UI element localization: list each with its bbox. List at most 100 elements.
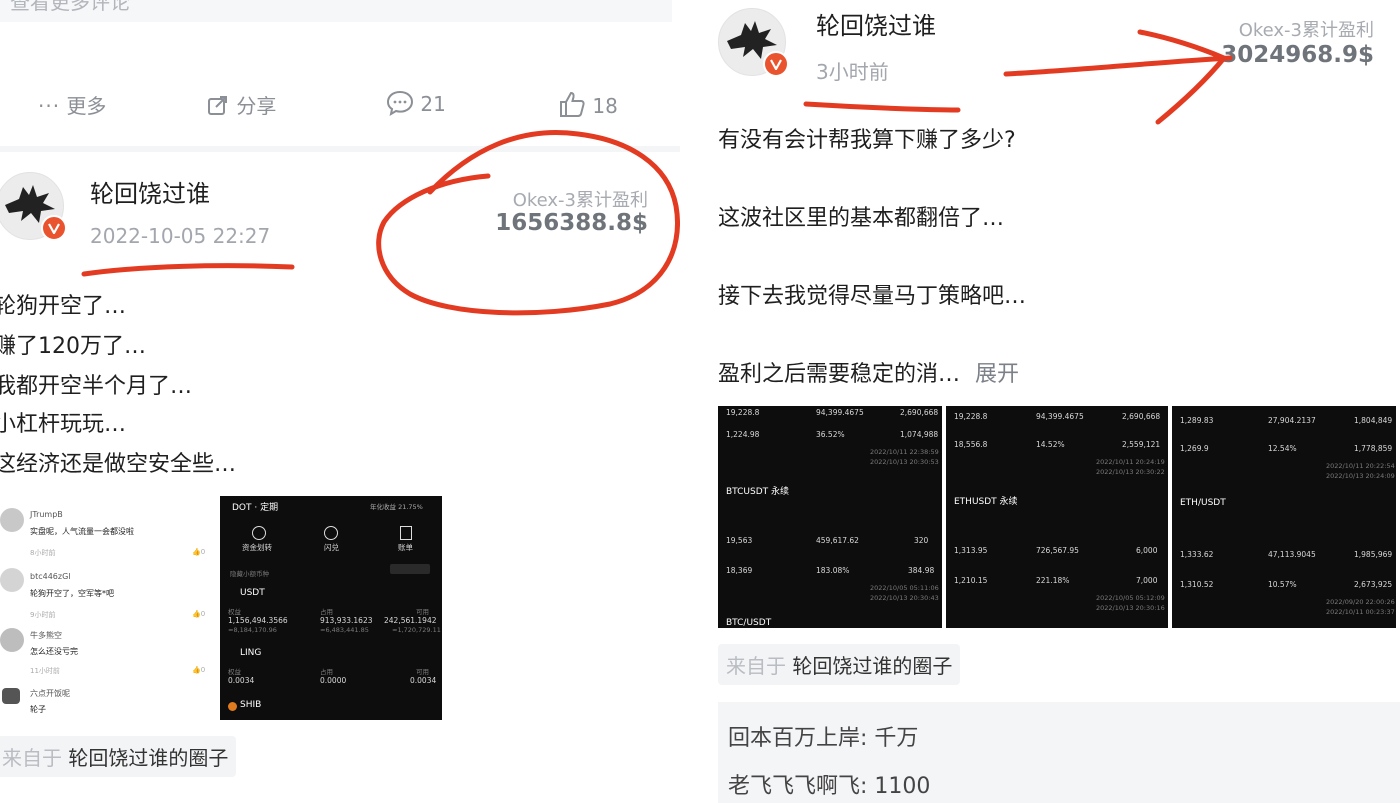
comment-preview-box[interactable]: 回本百万上岸: 千万 老飞飞飞啊飞: 1100 <box>718 702 1400 803</box>
asset-equity: 0.0034 <box>228 676 255 685</box>
comment-user[interactable]: 老飞飞飞啊飞 <box>728 774 860 799</box>
post-action-bar: ··· 更多 分享 21 18 <box>0 80 680 130</box>
verified-badge-icon <box>41 215 67 241</box>
timestamp: 2022/10/13 20:30:22 <box>1096 468 1165 476</box>
timestamp: 2022/09/20 22:00:26 <box>1326 598 1395 606</box>
asset-name: LING <box>240 648 262 658</box>
asset-occupied: 0.0000 <box>320 676 347 685</box>
avatar[interactable] <box>0 172 67 241</box>
username[interactable]: 轮回饶过谁 <box>90 174 210 209</box>
post-text-line: 接下去我觉得尽量马丁策略吧… <box>718 284 1027 309</box>
like-button[interactable]: 18 <box>558 90 618 118</box>
comment-time: 11小时前 <box>30 667 60 675</box>
asset-occupied-fiat: ≈6,483,441.85 <box>320 626 369 634</box>
avatar <box>0 568 24 592</box>
cell: 1,224.98 <box>726 430 760 439</box>
cell: 320 <box>914 536 929 545</box>
cell: 2,690,668 <box>1122 412 1161 421</box>
cell: 1,985,969 <box>1354 550 1393 559</box>
cell: 1,074,988 <box>900 430 939 439</box>
comment-button[interactable]: 21 <box>386 90 446 117</box>
circle-source-tag[interactable]: 来自于 轮回饶过谁的圈子 <box>0 736 237 777</box>
post-text-line: 盈利之后需要稳定的消… 展开 <box>718 356 1019 388</box>
cell: 19,228.8 <box>954 412 988 421</box>
tab-transfer[interactable]: 资金划转 <box>242 542 272 553</box>
timestamp: 2022/10/05 05:11:06 <box>870 584 939 592</box>
embedded-position-image-1[interactable]: 19,228.8 94,399.4675 2,690,668 1,224.98 … <box>718 406 942 628</box>
cell: 94,399.4675 <box>816 408 864 417</box>
embedded-comments-image[interactable]: JTrumpB 实盘呢，人气流量一会都没啦 8小时前 👍0 btc446zGl … <box>0 496 214 720</box>
comment-text: 轮狗开空了，空军等*吧 <box>30 589 114 598</box>
more-button[interactable]: ··· 更多 <box>38 90 106 119</box>
col-label: 权益 <box>228 668 241 676</box>
embedded-position-image-2[interactable]: 19,228.8 94,399.4675 2,690,668 18,556.8 … <box>946 406 1168 628</box>
source-circle-name: 轮回饶过谁的圈子 <box>792 654 953 678</box>
more-icon: ··· <box>38 94 61 118</box>
col-label: 可用 <box>416 668 429 676</box>
divider <box>0 146 680 152</box>
cell: 221.18% <box>1036 576 1070 585</box>
timestamp: 2022/10/11 20:24:19 <box>1096 458 1165 466</box>
timestamp: 2022/10/13 20:24:09 <box>1326 472 1395 480</box>
avatar <box>0 508 24 532</box>
profit-label: Okex-3累计盈利 <box>512 190 648 211</box>
shib-icon <box>228 702 237 711</box>
verified-badge-icon <box>763 51 789 77</box>
tab-swap[interactable]: 闪兑 <box>324 542 339 553</box>
cell: 2,673,925 <box>1354 580 1393 589</box>
comment-user: JTrumpB <box>30 510 63 519</box>
avatar[interactable] <box>718 8 789 77</box>
cell: 36.52% <box>816 430 845 439</box>
asset-available: 242,561.1942 <box>384 616 437 625</box>
cell: 1,210.15 <box>954 576 988 585</box>
comment-user[interactable]: 回本百万上岸 <box>728 726 860 751</box>
cell: 2,559,121 <box>1122 440 1161 449</box>
circle-source-tag[interactable]: 来自于 轮回饶过谁的圈子 <box>718 644 961 685</box>
cell: 183.08% <box>816 566 850 575</box>
source-circle-name: 轮回饶过谁的圈子 <box>68 746 229 770</box>
tab-bill[interactable]: 账单 <box>398 542 413 553</box>
pair-name: ETHUSDT 永续 <box>954 497 1018 507</box>
expand-link[interactable]: 展开 <box>975 362 1019 387</box>
embedded-wallet-image[interactable]: DOT · 定期 年化收益 21.75% 资金划转 闪兑 账单 隐藏小额币种 U… <box>220 496 442 720</box>
col-label: 占用 <box>320 608 333 616</box>
cell: 1,289.83 <box>1180 416 1214 425</box>
cell: 1,313.95 <box>954 546 988 555</box>
share-icon <box>208 96 227 115</box>
comment-text: 实盘呢，人气流量一会都没啦 <box>30 527 134 536</box>
asset-occupied: 913,933.1623 <box>320 616 373 625</box>
cell: 14.52% <box>1036 440 1065 449</box>
right-screenshot-panel: 轮回饶过谁 3小时前 Okex-3累计盈利 3024968.9$ 有没有会计帮我… <box>700 0 1400 803</box>
post-time: 3小时前 <box>816 60 889 84</box>
avatar <box>0 628 24 652</box>
cell: 1,778,859 <box>1354 444 1393 453</box>
cell: 2,690,668 <box>900 408 939 417</box>
robot-avatar-icon <box>2 688 20 704</box>
comment-like: 👍0 <box>192 666 206 674</box>
cell: 10.57% <box>1268 580 1297 589</box>
comment-user: btc446zGl <box>30 572 71 581</box>
view-more-comments-link[interactable]: 查看更多评论 <box>10 0 130 15</box>
post-text-line: 这波社区里的基本都翻倍了… <box>718 206 1005 231</box>
cell: 18,369 <box>726 566 753 575</box>
hide-small-toggle[interactable]: 隐藏小额币种 <box>230 568 269 578</box>
source-prefix: 来自于 <box>726 654 786 678</box>
col-label: 可用 <box>416 608 429 616</box>
col-label: 权益 <box>228 608 241 616</box>
share-label: 分享 <box>236 94 277 118</box>
share-button[interactable]: 分享 <box>206 90 276 119</box>
comment-user: 六点开饭呢 <box>30 689 70 698</box>
username[interactable]: 轮回饶过谁 <box>816 6 936 41</box>
comment-text: 怎么还没亏完 <box>30 647 78 656</box>
timestamp: 2022/10/11 20:22:54 <box>1326 462 1395 470</box>
previous-comments-strip: 查看更多评论 <box>0 0 672 22</box>
cell: 6,000 <box>1136 546 1158 555</box>
search-box[interactable] <box>390 564 430 574</box>
cell: 459,617.62 <box>816 536 859 545</box>
comment-time: 9小时前 <box>30 611 56 619</box>
embedded-position-image-3[interactable]: 1,289.83 27,904.2137 1,804,849 1,269.9 1… <box>1172 406 1396 628</box>
bill-icon <box>400 526 412 540</box>
pair-name: BTC/USDT <box>726 618 772 628</box>
cell: 1,333.62 <box>1180 550 1214 559</box>
timestamp: 2022/10/05 05:12:09 <box>1096 594 1165 602</box>
